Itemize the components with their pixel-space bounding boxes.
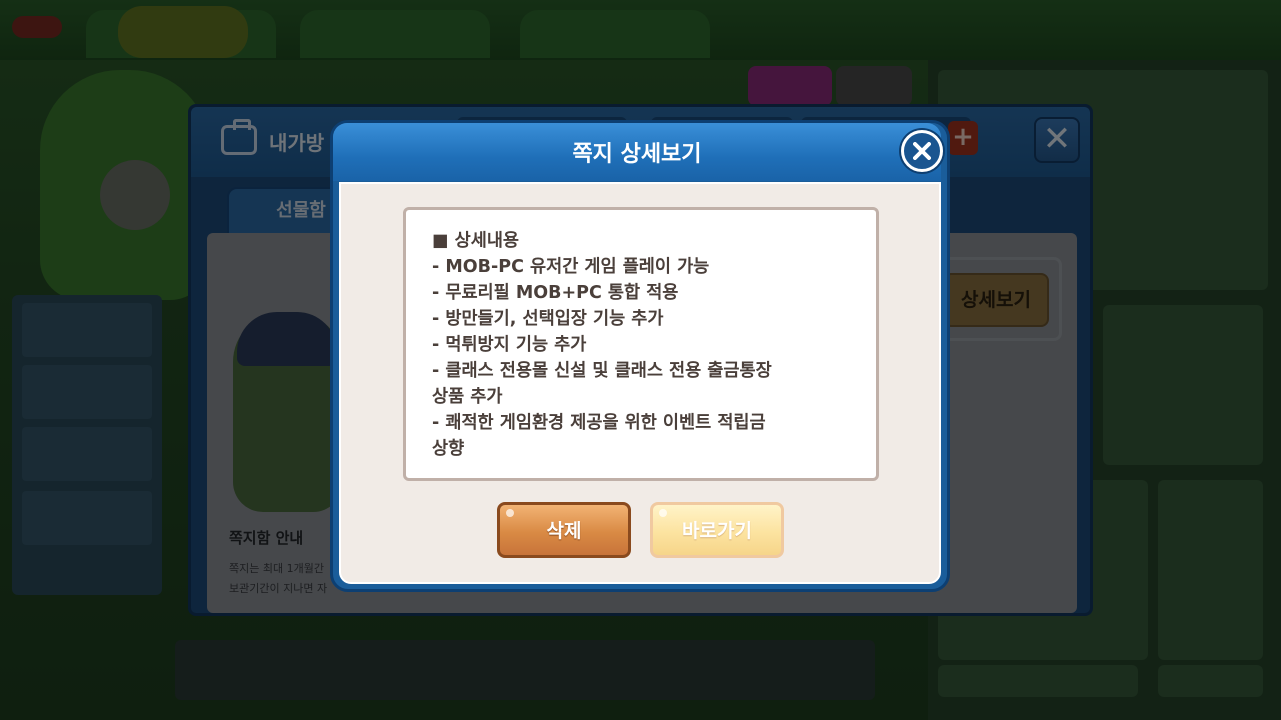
content-line: - MOB-PC 유저간 게임 플레이 가능 [432, 257, 710, 277]
modal-close-button[interactable] [901, 130, 943, 172]
goto-button[interactable]: 바로가기 [650, 502, 784, 558]
button-shine [659, 509, 667, 517]
content-line: - 먹튀방지 기능 추가 [432, 335, 587, 355]
delete-button[interactable]: 삭제 [497, 502, 631, 558]
content-line: 상향 [432, 439, 465, 459]
message-content-box: ■ 상세내용 - MOB-PC 유저간 게임 플레이 가능 - 무료리필 MOB… [403, 207, 879, 481]
content-line: - 클래스 전용몰 신설 및 클래스 전용 출금통장 [432, 361, 772, 381]
close-icon [913, 142, 931, 160]
content-line: ■ 상세내용 [432, 231, 520, 251]
goto-button-label: 바로가기 [682, 520, 752, 542]
modal-header: 쪽지 상세보기 [333, 123, 941, 181]
content-line: - 방만들기, 선택입장 기능 추가 [432, 309, 664, 329]
content-line: - 무료리필 MOB+PC 통합 적용 [432, 283, 679, 303]
message-detail-modal: 쪽지 상세보기 ■ 상세내용 - MOB-PC 유저간 게임 플레이 가능 - … [330, 120, 950, 592]
message-content: ■ 상세내용 - MOB-PC 유저간 게임 플레이 가능 - 무료리필 MOB… [432, 228, 862, 462]
content-line: - 쾌적한 게임환경 제공을 위한 이벤트 적립금 [432, 413, 766, 433]
modal-title: 쪽지 상세보기 [572, 142, 702, 167]
content-line: 상품 추가 [432, 387, 503, 407]
delete-button-label: 삭제 [546, 520, 582, 542]
button-shine [506, 509, 514, 517]
